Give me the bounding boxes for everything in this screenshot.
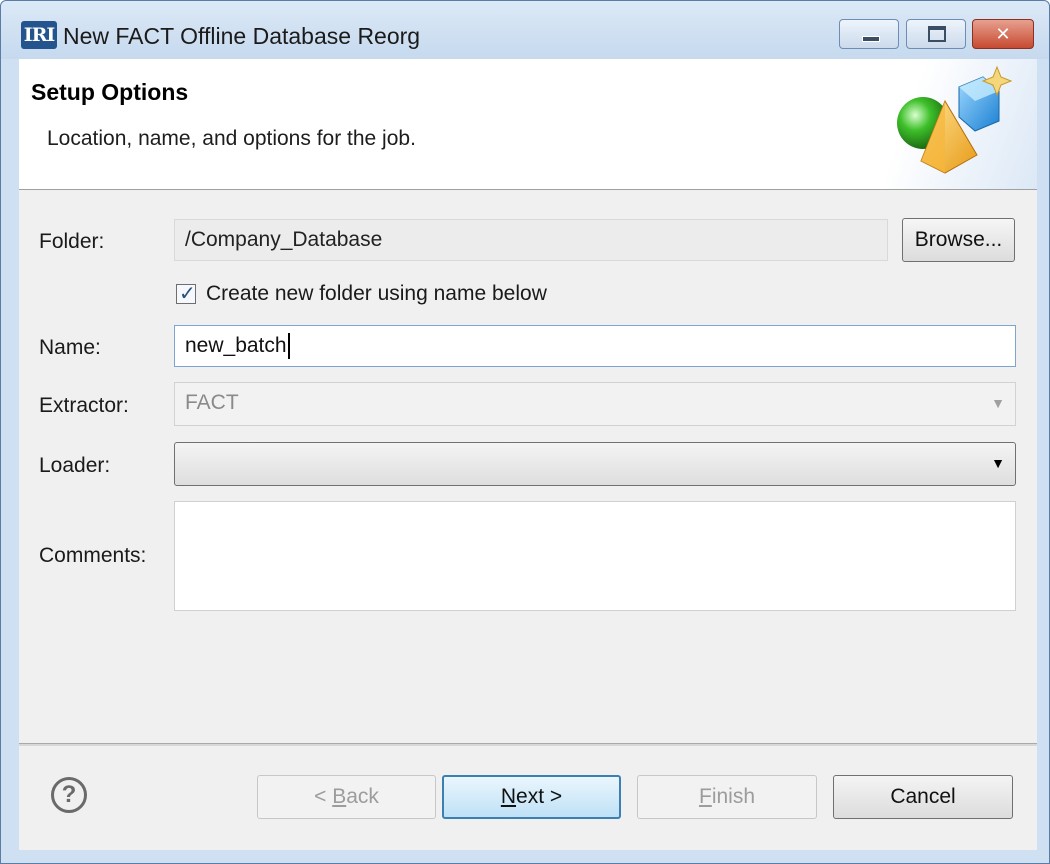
finish-mnemonic: F (698, 785, 712, 808)
finish-rest: inish (711, 785, 756, 808)
maximize-icon[interactable] (906, 19, 966, 49)
name-input-value: new_batch (185, 334, 287, 357)
loader-label: Loader: (39, 454, 111, 477)
wizard-header: Setup Options Location, name, and option… (19, 59, 1037, 190)
page-description: Location, name, and options for the job. (47, 127, 416, 150)
name-input[interactable]: new_batch (174, 325, 1016, 367)
page-title: Setup Options (31, 79, 189, 105)
name-label: Name: (39, 336, 101, 359)
loader-select[interactable]: ▼ (174, 442, 1016, 486)
close-icon[interactable] (972, 19, 1034, 49)
dropdown-arrow-icon[interactable]: ▼ (991, 443, 1005, 483)
cancel-button[interactable]: Cancel (833, 775, 1013, 819)
iri-app-icon: IRI (21, 21, 57, 49)
text-caret (287, 333, 290, 360)
wizard-footer: ? < Back Next > Finish Cancel (19, 746, 1037, 850)
wizard-dialog: IRI New FACT Offline Database Reorg Setu… (0, 0, 1050, 864)
wizard-shapes-icon (887, 59, 1037, 189)
extractor-value: FACT (185, 391, 239, 414)
dropdown-arrow-icon: ▼ (991, 395, 1005, 411)
folder-field[interactable]: /Company_Database (174, 219, 888, 261)
comments-label: Comments: (39, 544, 147, 567)
window-title: New FACT Offline Database Reorg (63, 23, 421, 49)
folder-label: Folder: (39, 230, 105, 253)
next-button[interactable]: Next > (442, 775, 621, 819)
wizard-content: Folder: /Company_Database Browse... Crea… (19, 190, 1037, 743)
finish-button[interactable]: Finish (637, 775, 817, 819)
create-folder-label[interactable]: Create new folder using name below (206, 282, 547, 306)
minimize-icon[interactable] (839, 19, 899, 49)
extractor-label: Extractor: (39, 394, 129, 417)
help-icon[interactable]: ? (51, 777, 87, 813)
back-prefix: < (314, 785, 333, 808)
back-rest: ack (346, 785, 379, 808)
next-rest: ext > (516, 785, 563, 808)
back-mnemonic: B (332, 785, 347, 808)
next-mnemonic: N (500, 785, 517, 808)
browse-button[interactable]: Browse... (902, 218, 1015, 262)
title-bar[interactable]: IRI New FACT Offline Database Reorg (1, 1, 1049, 59)
comments-textarea[interactable] (174, 501, 1016, 611)
back-button[interactable]: < Back (257, 775, 436, 819)
create-folder-checkbox[interactable] (176, 281, 196, 306)
extractor-select: FACT ▼ (174, 382, 1016, 426)
